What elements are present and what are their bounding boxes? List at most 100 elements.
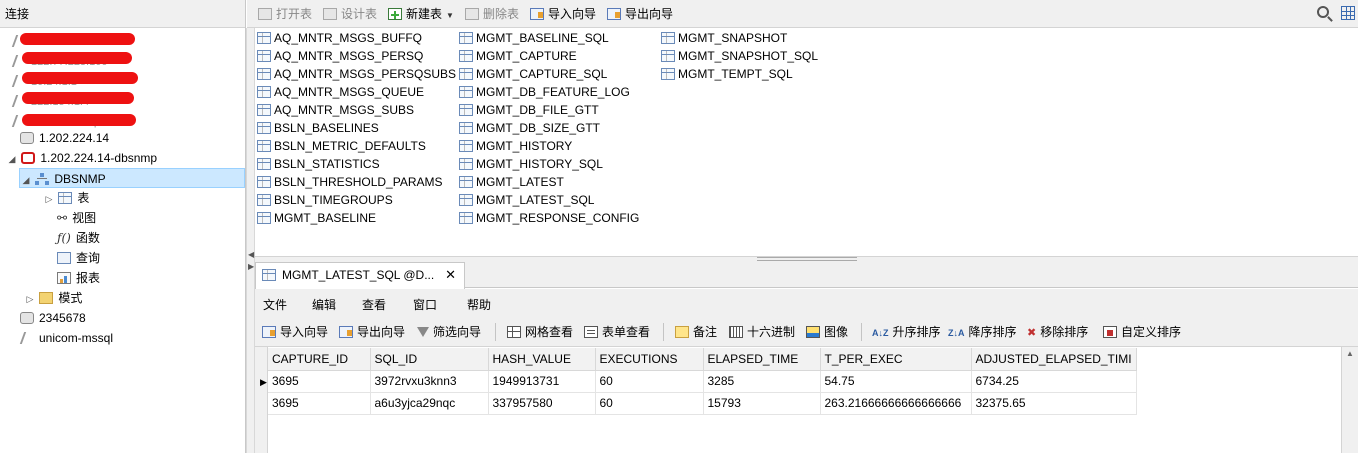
schema-icon — [35, 173, 50, 185]
tab-mgmt-latest-sql[interactable]: MGMT_LATEST_SQL @D... ✕ — [255, 262, 465, 289]
search-icon[interactable] — [1317, 6, 1329, 18]
redaction-mark — [22, 92, 134, 104]
tree-node-tables[interactable]: ▷ 表 — [43, 188, 90, 209]
table-cell[interactable]: 15793 — [703, 392, 821, 415]
sort-descending-button[interactable]: Z↓A 降序排序 — [948, 324, 1017, 340]
column-header[interactable]: ELAPSED_TIME — [703, 348, 821, 371]
sort-ascending-button[interactable]: A↓Z 升序排序 — [872, 324, 941, 340]
collapse-arrow-icon[interactable]: ◢ — [20, 170, 32, 190]
form-view-icon — [584, 326, 598, 338]
grid-view-button[interactable]: 网格查看 — [507, 324, 573, 340]
table-cell[interactable]: 263.21666666666666666 — [820, 392, 972, 415]
object-list-item[interactable]: BSLN_BASELINES — [257, 119, 379, 137]
tree-node-queries[interactable]: 查询 — [57, 248, 100, 268]
tree-node-connection-2345678[interactable]: 2345678 — [20, 308, 86, 328]
object-list-item[interactable]: MGMT_CAPTURE_SQL — [459, 65, 607, 83]
tree-node-schema-dbsnmp[interactable]: ◢ DBSNMP — [19, 168, 245, 188]
table-icon — [459, 68, 473, 80]
vertical-scrollbar[interactable]: ▲ — [1341, 347, 1358, 453]
table-cell[interactable]: a6u3yjca29nqc — [370, 392, 489, 415]
object-list-item[interactable]: BSLN_THRESHOLD_PARAMS — [257, 173, 443, 191]
table-row[interactable]: 3695 a6u3yjca29nqc 337957580 60 15793 263.216… — [268, 392, 1137, 415]
expand-arrow-icon[interactable]: ▷ — [43, 189, 55, 209]
filter-wizard-button[interactable]: 筛选向导 — [417, 324, 481, 340]
form-view-button[interactable]: 表单查看 — [584, 324, 650, 340]
custom-sort-button[interactable]: 自定义排序 — [1103, 324, 1181, 340]
column-header[interactable]: CAPTURE_ID — [268, 348, 371, 371]
object-list-item[interactable]: MGMT_LATEST_SQL — [459, 191, 594, 209]
table-cell[interactable]: 337957580 — [488, 392, 596, 415]
object-list-item[interactable]: AQ_MNTR_MSGS_PERSQ — [257, 47, 423, 65]
object-list-item[interactable]: MGMT_DB_SIZE_GTT — [459, 119, 600, 137]
table-cell[interactable]: 60 — [595, 370, 704, 393]
object-list-item[interactable]: AQ_MNTR_MSGS_BUFFQ — [257, 29, 422, 47]
tree-node-connection-dbsnmp[interactable]: ◢ 1.202.224.14-dbsnmp — [6, 148, 158, 169]
image-button[interactable]: 图像 — [806, 324, 848, 340]
import-wizard-button[interactable]: 导入向导 — [530, 5, 596, 23]
dropdown-arrow-icon[interactable]: ▼ — [446, 11, 454, 20]
object-list-item[interactable]: MGMT_DB_FILE_GTT — [459, 101, 599, 119]
scroll-up-arrow-icon[interactable]: ▲ — [1346, 349, 1354, 358]
tree-node-connection-1-202-224-14[interactable]: 1.202.224.14 — [20, 128, 109, 148]
export-wizard-button[interactable]: 导出向导 — [607, 5, 673, 23]
memo-button[interactable]: 备注 — [675, 324, 717, 340]
object-list-item[interactable]: BSLN_METRIC_DEFAULTS — [257, 137, 426, 155]
object-list-item[interactable]: MGMT_RESPONSE_CONFIG — [459, 209, 639, 227]
menu-edit[interactable]: 编辑 — [312, 296, 336, 313]
design-table-button[interactable]: 设计表 — [323, 5, 377, 23]
menu-file[interactable]: 文件 — [263, 296, 287, 313]
table-row[interactable]: 3695 3972rvxu3knn3 1949913731 60 3285 54.75 67… — [268, 370, 1137, 393]
table-icon — [257, 122, 271, 134]
table-cell[interactable]: 6734.25 — [971, 370, 1137, 393]
new-table-button[interactable]: 新建表 ▼ — [388, 5, 454, 23]
menu-view[interactable]: 查看 — [362, 296, 386, 313]
panel-splitter[interactable]: ◀ ▶ — [246, 28, 255, 453]
collapse-arrow-icon[interactable]: ◢ — [6, 149, 18, 169]
tree-node-functions[interactable]: ƒ() 函数 — [57, 228, 100, 248]
object-list-item[interactable]: MGMT_HISTORY — [459, 137, 572, 155]
table-cell[interactable]: 3285 — [703, 370, 821, 393]
object-list-item[interactable]: BSLN_STATISTICS — [257, 155, 380, 173]
object-list-item[interactable]: MGMT_BASELINE — [257, 209, 376, 227]
tree-node-views[interactable]: ⚯ 视图 — [57, 208, 96, 228]
delete-table-button[interactable]: 删除表 — [465, 5, 519, 23]
table-cell[interactable]: 3695 — [268, 392, 371, 415]
table-cell[interactable]: 54.75 — [820, 370, 972, 393]
grid-export-wizard-button[interactable]: 导出向导 — [339, 324, 405, 340]
remove-sort-button[interactable]: ✖ 移除排序 — [1027, 324, 1088, 340]
object-list-item[interactable]: MGMT_HISTORY_SQL — [459, 155, 603, 173]
column-header[interactable]: HASH_VALUE — [488, 348, 596, 371]
table-cell[interactable]: 3695 — [268, 370, 371, 393]
menu-window[interactable]: 窗口 — [413, 296, 437, 313]
hex-button[interactable]: 十六进制 — [729, 324, 795, 340]
object-list-item[interactable]: MGMT_SNAPSHOT — [661, 29, 787, 47]
tree-node-reports[interactable]: 报表 — [57, 268, 100, 288]
menu-help[interactable]: 帮助 — [467, 296, 491, 313]
expand-arrow-icon[interactable]: ▷ — [24, 289, 36, 309]
object-list-item[interactable]: AQ_MNTR_MSGS_PERSQSUBS — [257, 65, 456, 83]
open-table-button[interactable]: 打开表 — [258, 5, 312, 23]
close-icon[interactable]: ✕ — [445, 263, 456, 287]
grid-import-wizard-button[interactable]: 导入向导 — [262, 324, 328, 340]
object-list-item[interactable]: MGMT_BASELINE_SQL — [459, 29, 609, 47]
object-list-item[interactable]: MGMT_DB_FEATURE_LOG — [459, 83, 630, 101]
object-list-item[interactable]: AQ_MNTR_MSGS_QUEUE — [257, 83, 424, 101]
object-list-item[interactable]: MGMT_CAPTURE — [459, 47, 577, 65]
column-header[interactable]: SQL_ID — [370, 348, 489, 371]
column-header[interactable]: T_PER_EXEC — [820, 348, 972, 371]
splitter-grip[interactable] — [757, 257, 857, 261]
table-cell[interactable]: 60 — [595, 392, 704, 415]
view-mode-grid-icon[interactable] — [1341, 6, 1355, 20]
column-header[interactable]: EXECUTIONS — [595, 348, 704, 371]
table-cell[interactable]: 1949913731 — [488, 370, 596, 393]
tree-node-schemas[interactable]: ▷ 模式 — [24, 288, 83, 309]
object-list-item[interactable]: AQ_MNTR_MSGS_SUBS — [257, 101, 414, 119]
object-list-item[interactable]: BSLN_TIMEGROUPS — [257, 191, 393, 209]
object-list-item[interactable]: MGMT_TEMPT_SQL — [661, 65, 793, 83]
tree-node-connection-unicom-mssql[interactable]: unicom-mssql — [19, 328, 113, 348]
object-list-item[interactable]: MGMT_LATEST — [459, 173, 564, 191]
table-cell[interactable]: 3972rvxu3knn3 — [370, 370, 489, 393]
column-header[interactable]: ADJUSTED_ELAPSED_TIMI — [971, 348, 1137, 371]
object-list-item[interactable]: MGMT_SNAPSHOT_SQL — [661, 47, 818, 65]
table-cell[interactable]: 32375.65 — [971, 392, 1137, 415]
